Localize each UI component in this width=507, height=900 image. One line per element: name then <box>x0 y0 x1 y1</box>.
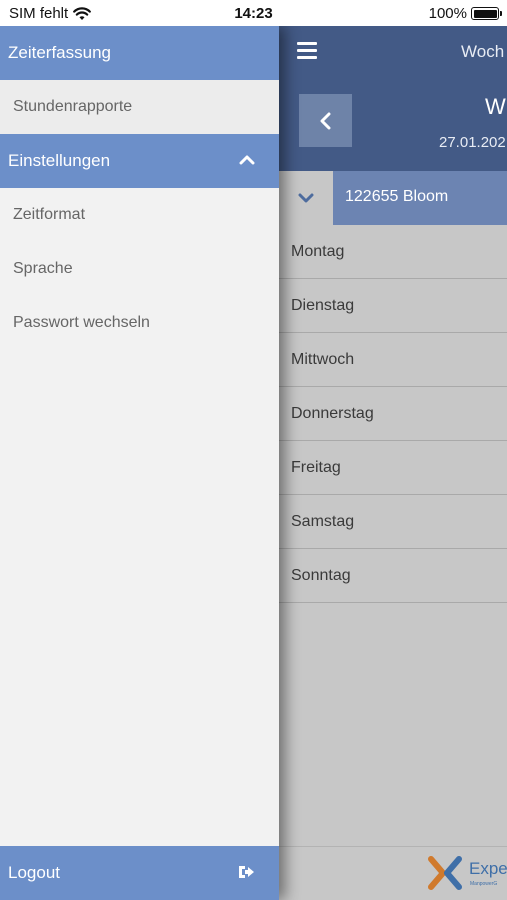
day-friday[interactable]: Freitag <box>279 441 507 495</box>
experis-logo-icon <box>428 856 462 890</box>
menu-item-zeitformat[interactable]: Zeitformat <box>0 188 279 242</box>
week-label: W <box>485 94 506 119</box>
day-thursday[interactable]: Donnerstag <box>279 387 507 441</box>
battery-status: 100% <box>428 5 502 22</box>
day-tuesday[interactable]: Dienstag <box>279 279 507 333</box>
menu-item-sprache[interactable]: Sprache <box>0 242 279 296</box>
day-monday[interactable]: Montag <box>279 225 507 279</box>
footer: Exper ManpowerG <box>279 846 507 900</box>
week-view: Woch W 27.01.202 122655 Bloom Montag Die… <box>279 26 507 900</box>
side-drawer: Zeiterfassung Stundenrapporte Einstellun… <box>0 26 279 900</box>
page-title: Woch <box>461 42 505 61</box>
day-list: Montag Dienstag Mittwoch Donnerstag Frei… <box>279 225 507 603</box>
chevron-down-icon <box>298 193 314 203</box>
day-wednesday[interactable]: Mittwoch <box>279 333 507 387</box>
menu-item-stundenrapporte[interactable]: Stundenrapporte <box>0 80 279 134</box>
project-bar[interactable]: 122655 Bloom <box>333 171 507 225</box>
section-header-label: Einstellungen <box>8 151 111 170</box>
previous-week-button[interactable] <box>299 94 352 147</box>
chevron-up-icon <box>239 155 255 165</box>
week-date: 27.01.202 <box>439 134 506 151</box>
project-row[interactable]: 122655 Bloom <box>279 171 507 225</box>
section-header-zeiterfassung[interactable]: Zeiterfassung <box>0 26 279 80</box>
day-saturday[interactable]: Samstag <box>279 495 507 549</box>
battery-icon <box>471 7 502 20</box>
day-sunday[interactable]: Sonntag <box>279 549 507 603</box>
menu-item-passwort-wechseln[interactable]: Passwort wechseln <box>0 296 279 350</box>
logo-text: Exper <box>469 859 507 878</box>
logout-icon <box>239 866 254 878</box>
menu-icon[interactable] <box>297 42 317 62</box>
logo-subtext: ManpowerG <box>470 881 498 887</box>
section-header-einstellungen[interactable]: Einstellungen <box>0 134 279 188</box>
status-bar: SIM fehlt 14:23 100% <box>0 0 507 26</box>
top-bar: Woch W 27.01.202 <box>279 26 507 171</box>
battery-percent: 100% <box>428 5 467 22</box>
project-toggle[interactable] <box>279 171 333 225</box>
section-header-label: Zeiterfassung <box>8 43 111 62</box>
project-label: 122655 Bloom <box>345 188 449 205</box>
logout-label: Logout <box>8 863 60 882</box>
chevron-left-icon <box>320 112 330 129</box>
logout-button[interactable]: Logout <box>0 846 279 900</box>
